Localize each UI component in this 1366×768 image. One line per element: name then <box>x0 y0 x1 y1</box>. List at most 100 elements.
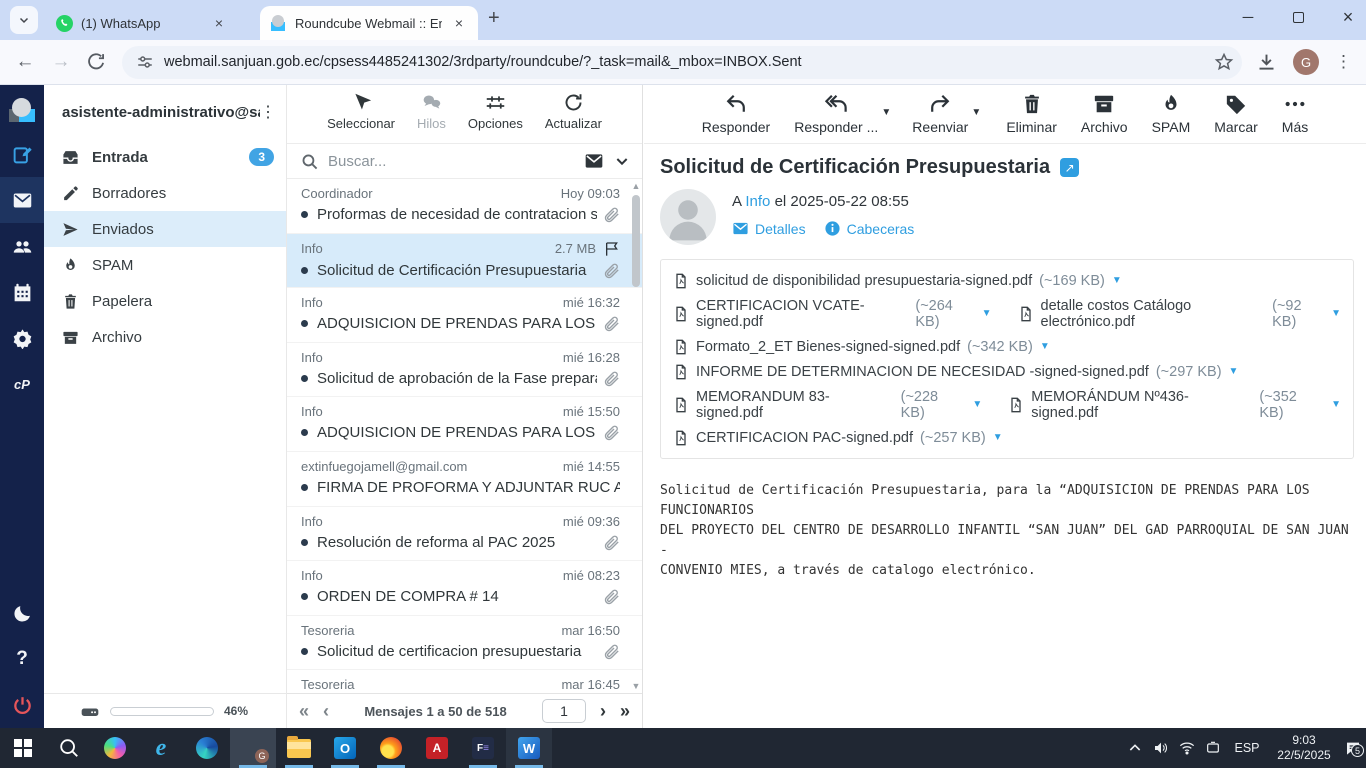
taskbar-copilot[interactable] <box>92 728 138 768</box>
folder-archivo[interactable]: Archivo <box>44 319 286 355</box>
message-row-selected[interactable]: Info2.7 MB Solicitud de Certificación Pr… <box>287 234 642 289</box>
tab-close-icon[interactable]: × <box>450 14 468 32</box>
browser-profile-avatar[interactable]: G <box>1293 49 1319 75</box>
message-row[interactable]: Tesoreriamar 16:50 Solicitud de certific… <box>287 616 642 671</box>
reply-all-caret-icon[interactable]: ▼ <box>881 107 891 118</box>
message-row[interactable]: Infomié 08:23 ORDEN DE COMPRA # 14 <box>287 561 642 616</box>
attachment-menu-icon[interactable]: ▼ <box>1112 275 1122 286</box>
rail-contacts[interactable] <box>0 223 44 269</box>
tab-whatsapp[interactable]: (1) WhatsApp × <box>46 6 238 40</box>
headers-toggle[interactable]: Cabeceras <box>824 220 915 237</box>
site-info-icon[interactable] <box>136 53 154 71</box>
message-row[interactable]: CoordinadorHoy 09:03 Proformas de necesi… <box>287 179 642 234</box>
scroll-up-icon[interactable]: ▲ <box>631 181 641 191</box>
open-in-new-window-icon[interactable]: ↗ <box>1060 158 1079 177</box>
scroll-down-icon[interactable]: ▼ <box>631 681 641 691</box>
mark-button[interactable]: Marcar <box>1214 93 1258 135</box>
attachment-menu-icon[interactable]: ▼ <box>982 308 992 319</box>
taskbar-word[interactable]: W <box>506 728 552 768</box>
message-row[interactable]: Tesoreriamar 16:45 <box>287 670 642 693</box>
logout-button[interactable] <box>0 682 44 728</box>
folder-borradores[interactable]: Borradores <box>44 175 286 211</box>
attachment-menu-icon[interactable]: ▼ <box>972 399 982 410</box>
tray-display[interactable] <box>1200 740 1226 756</box>
recipient-link[interactable]: Info <box>745 193 770 210</box>
search-input[interactable] <box>328 153 574 170</box>
forward-icon[interactable]: → <box>50 51 72 73</box>
attachment-menu-icon[interactable]: ▼ <box>1229 366 1239 377</box>
taskbar-acrobat[interactable]: A <box>414 728 460 768</box>
tray-expand[interactable] <box>1122 740 1148 756</box>
tab-roundcube[interactable]: Roundcube Webmail :: Enviados × <box>260 6 478 40</box>
first-page-icon[interactable]: « <box>299 702 309 720</box>
tab-search-button[interactable] <box>10 6 38 34</box>
folder-options-icon[interactable]: ⋮ <box>260 102 276 122</box>
message-row[interactable]: Infomié 16:28 Solicitud de aprobación de… <box>287 343 642 398</box>
compose-button[interactable] <box>0 131 44 177</box>
last-page-icon[interactable]: » <box>620 702 630 720</box>
folder-spam[interactable]: SPAM <box>44 247 286 283</box>
folder-papelera[interactable]: Papelera <box>44 283 286 319</box>
page-input[interactable] <box>542 699 586 723</box>
close-button[interactable]: × <box>1338 7 1358 27</box>
clock[interactable]: 9:03 22/5/2025 <box>1268 733 1340 763</box>
rail-calendar[interactable] <box>0 269 44 315</box>
list-scrollbar[interactable]: ▲ ▼ <box>631 181 641 691</box>
taskbar-outlook[interactable]: O <box>322 728 368 768</box>
forward-caret-icon[interactable]: ▼ <box>971 107 981 118</box>
minimize-button[interactable]: ─ <box>1238 7 1258 27</box>
taskbar-file-explorer[interactable] <box>276 728 322 768</box>
next-page-icon[interactable]: › <box>600 702 606 720</box>
reload-icon[interactable] <box>86 52 106 72</box>
threads-button[interactable]: Hilos <box>417 92 446 131</box>
search-scope-icon[interactable] <box>584 151 604 171</box>
bookmark-star-icon[interactable] <box>1214 52 1234 72</box>
dark-mode-toggle[interactable] <box>0 590 44 636</box>
details-toggle[interactable]: Detalles <box>732 220 806 237</box>
options-button[interactable]: Opciones <box>468 92 523 131</box>
roundcube-logo[interactable] <box>0 85 44 131</box>
help-button[interactable]: ? <box>0 636 44 682</box>
taskbar-search[interactable] <box>46 728 92 768</box>
message-row[interactable]: Infomié 16:32 ADQUISICION DE PRENDAS PAR… <box>287 288 642 343</box>
taskbar-fes-app[interactable]: F≡ <box>460 728 506 768</box>
forward-button[interactable]: Reenviar ▼ <box>912 93 968 135</box>
taskbar-edge[interactable] <box>184 728 230 768</box>
taskbar-chrome[interactable]: G <box>230 728 276 768</box>
message-row[interactable]: Infomié 09:36 Resolución de reforma al P… <box>287 507 642 562</box>
attachment[interactable]: detalle costos Catálogo electrónico.pdf … <box>1018 293 1341 334</box>
tray-volume[interactable] <box>1148 740 1174 756</box>
attachment[interactable]: INFORME DE DETERMINACION DE NECESIDAD -s… <box>673 359 1238 384</box>
attachment[interactable]: MEMORÁNDUM Nº436-signed.pdf (~352 KB) ▼ <box>1008 384 1341 425</box>
back-icon[interactable]: ← <box>14 51 36 73</box>
rail-mail[interactable] <box>0 177 44 223</box>
attachment-menu-icon[interactable]: ▼ <box>1331 399 1341 410</box>
attachment-menu-icon[interactable]: ▼ <box>993 432 1003 443</box>
new-tab-button[interactable]: + <box>488 7 500 30</box>
folder-enviados[interactable]: Enviados <box>44 211 286 247</box>
more-button[interactable]: Más <box>1282 93 1308 135</box>
select-button[interactable]: Seleccionar <box>327 92 395 131</box>
attachment-menu-icon[interactable]: ▼ <box>1040 341 1050 352</box>
downloads-icon[interactable] <box>1256 52 1277 73</box>
reply-button[interactable]: Responder <box>702 93 771 135</box>
attachment[interactable]: CERTIFICACION PAC-signed.pdf (~257 KB) ▼ <box>673 425 1003 450</box>
maximize-button[interactable] <box>1288 7 1308 27</box>
attachment[interactable]: CERTIFICACION VCATE-signed.pdf (~264 KB)… <box>673 293 992 334</box>
attachment[interactable]: Formato_2_ET Bienes-signed-signed.pdf (~… <box>673 334 1050 359</box>
spam-button[interactable]: SPAM <box>1152 93 1191 135</box>
tab-close-icon[interactable]: × <box>210 14 228 32</box>
refresh-button[interactable]: Actualizar <box>545 92 602 131</box>
notification-center[interactable]: 5 <box>1340 740 1366 756</box>
prev-page-icon[interactable]: ‹ <box>323 702 329 720</box>
message-row[interactable]: extinfuegojamell@gmail.commié 14:55 FIRM… <box>287 452 642 507</box>
reply-all-button[interactable]: Responder ... ▼ <box>794 93 878 135</box>
browser-menu-icon[interactable]: ⋮ <box>1335 52 1352 72</box>
taskbar-internet-explorer[interactable]: e <box>138 728 184 768</box>
attachment-menu-icon[interactable]: ▼ <box>1331 308 1341 319</box>
folder-entrada[interactable]: Entrada 3 <box>44 139 286 175</box>
attachment[interactable]: solicitud de disponibilidad presupuestar… <box>673 268 1122 293</box>
taskbar-firefox[interactable] <box>368 728 414 768</box>
attachment[interactable]: MEMORANDUM 83-signed.pdf (~228 KB) ▼ <box>673 384 982 425</box>
archive-button[interactable]: Archivo <box>1081 93 1128 135</box>
